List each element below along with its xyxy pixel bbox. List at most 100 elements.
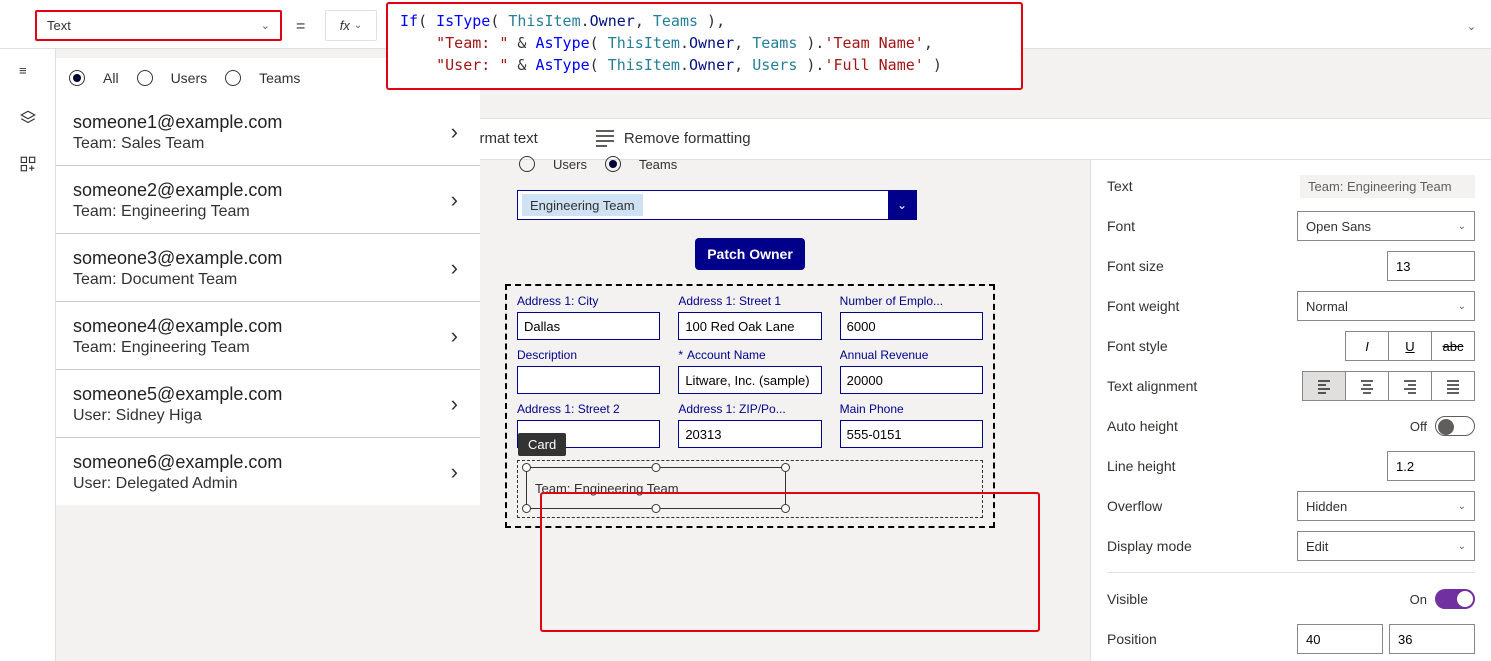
chevron-down-icon: ⌄ xyxy=(888,191,916,219)
prop-label-auto-height: Auto height xyxy=(1107,418,1410,434)
font-size-input[interactable] xyxy=(1387,251,1475,281)
list-item-sub: Team: Engineering Team xyxy=(73,203,462,221)
card-tooltip: Card xyxy=(518,433,566,456)
underline-button[interactable]: U xyxy=(1388,331,1432,361)
layers-icon[interactable] xyxy=(0,95,56,141)
field-input[interactable] xyxy=(517,312,660,340)
radio-form-teams-label: Teams xyxy=(639,157,677,172)
list-item-sub: Team: Engineering Team xyxy=(73,339,462,357)
radio-form-teams[interactable] xyxy=(605,156,621,172)
font-weight-dropdown[interactable]: Normal⌄ xyxy=(1297,291,1475,321)
prop-label-font: Font xyxy=(1107,218,1297,234)
field-input[interactable] xyxy=(678,420,821,448)
align-center-button[interactable] xyxy=(1345,371,1389,401)
resize-handle[interactable] xyxy=(652,463,661,472)
selected-label[interactable]: Team: Engineering Team xyxy=(526,467,786,509)
prop-label-font-style: Font style xyxy=(1107,338,1345,354)
hamburger-icon[interactable]: ≡ xyxy=(0,49,56,95)
list-item[interactable]: someone4@example.com Team: Engineering T… xyxy=(55,301,480,369)
resize-handle[interactable] xyxy=(652,504,661,513)
team-combobox[interactable]: Engineering Team ⌄ xyxy=(517,190,917,220)
italic-button[interactable]: I xyxy=(1345,331,1389,361)
field-input[interactable] xyxy=(517,366,660,394)
list-item-sub: Team: Document Team xyxy=(73,271,462,289)
list-item[interactable]: someone5@example.com User: Sidney Higa › xyxy=(55,369,480,437)
prop-row-position: Position xyxy=(1091,619,1491,659)
prop-row-line-height: Line height xyxy=(1091,446,1491,486)
form-field: Address 1: ZIP/Po... xyxy=(678,402,821,448)
radio-teams[interactable] xyxy=(225,70,241,86)
field-label: Description xyxy=(517,348,660,362)
form-field: Main Phone xyxy=(840,402,983,448)
align-left-button[interactable] xyxy=(1302,371,1346,401)
prop-label-font-weight: Font weight xyxy=(1107,298,1297,314)
property-dropdown-value: Text xyxy=(47,18,71,33)
prop-label-position: Position xyxy=(1107,631,1297,647)
visible-state: On xyxy=(1410,592,1427,607)
list-item-email: someone5@example.com xyxy=(73,384,462,405)
radio-teams-label: Teams xyxy=(259,70,300,86)
resize-handle[interactable] xyxy=(781,463,790,472)
patch-owner-button[interactable]: Patch Owner xyxy=(695,238,805,270)
prop-row-overflow: Overflow Hidden⌄ xyxy=(1091,486,1491,526)
form-field: Address 1: Street 1 xyxy=(678,294,821,340)
chevron-right-icon: › xyxy=(451,323,458,349)
list-item-sub: Team: Sales Team xyxy=(73,135,462,153)
field-input[interactable] xyxy=(678,366,821,394)
display-mode-dropdown[interactable]: Edit⌄ xyxy=(1297,531,1475,561)
align-justify-button[interactable] xyxy=(1431,371,1475,401)
prop-value-text[interactable]: Team: Engineering Team xyxy=(1300,175,1475,198)
line-height-input[interactable] xyxy=(1387,451,1475,481)
list-item[interactable]: someone1@example.com Team: Sales Team › xyxy=(55,98,480,165)
resize-handle[interactable] xyxy=(522,504,531,513)
radio-users[interactable] xyxy=(137,70,153,86)
resize-handle[interactable] xyxy=(781,504,790,513)
components-icon[interactable] xyxy=(0,141,56,187)
radio-all[interactable] xyxy=(69,70,85,86)
fx-label: fx xyxy=(340,18,350,33)
fx-button[interactable]: fx⌄ xyxy=(325,10,377,41)
list-item-email: someone1@example.com xyxy=(73,112,462,133)
divider xyxy=(1107,572,1475,573)
list-item-email: someone2@example.com xyxy=(73,180,462,201)
chevron-right-icon: › xyxy=(451,187,458,213)
form-field: Annual Revenue xyxy=(840,348,983,394)
position-y-input[interactable] xyxy=(1389,624,1475,654)
prop-row-font-weight: Font weight Normal⌄ xyxy=(1091,286,1491,326)
strikethrough-button[interactable]: abc xyxy=(1431,331,1475,361)
form-field: *Account Name xyxy=(678,348,821,394)
chevron-down-icon: ⌄ xyxy=(1458,541,1466,552)
field-input[interactable] xyxy=(840,366,983,394)
auto-height-toggle[interactable] xyxy=(1435,416,1475,436)
radio-users-label: Users xyxy=(171,70,208,86)
form-field: Number of Emplo... xyxy=(840,294,983,340)
position-x-input[interactable] xyxy=(1297,624,1383,654)
gallery-list[interactable]: someone1@example.com Team: Sales Team ›s… xyxy=(55,98,480,505)
prop-row-font: Font Open Sans⌄ xyxy=(1091,206,1491,246)
visible-toggle[interactable] xyxy=(1435,589,1475,609)
field-input[interactable] xyxy=(678,312,821,340)
prop-row-display-mode: Display mode Edit⌄ xyxy=(1091,526,1491,566)
property-dropdown[interactable]: Text ⌄ xyxy=(35,10,282,41)
list-item[interactable]: someone2@example.com Team: Engineering T… xyxy=(55,165,480,233)
list-item[interactable]: someone6@example.com User: Delegated Adm… xyxy=(55,437,480,505)
field-input[interactable] xyxy=(840,420,983,448)
equals-label: = xyxy=(296,18,305,36)
list-item[interactable]: someone3@example.com Team: Document Team… xyxy=(55,233,480,301)
align-right-button[interactable] xyxy=(1388,371,1432,401)
selected-card[interactable]: Card Team: Engineering Team xyxy=(517,460,983,518)
resize-handle[interactable] xyxy=(522,463,531,472)
formula-bar[interactable]: If( IsType( ThisItem.Owner, Teams ), "Te… xyxy=(386,2,1023,90)
chevron-right-icon: › xyxy=(451,459,458,485)
prop-label-font-size: Font size xyxy=(1107,258,1387,274)
field-input[interactable] xyxy=(840,312,983,340)
font-dropdown[interactable]: Open Sans⌄ xyxy=(1297,211,1475,241)
overflow-dropdown[interactable]: Hidden⌄ xyxy=(1297,491,1475,521)
formula-expand-icon[interactable]: ⌄ xyxy=(1467,20,1476,33)
gallery-pane: All Users Teams someone1@example.com Tea… xyxy=(55,58,480,505)
prop-row-auto-height: Auto height Off xyxy=(1091,406,1491,446)
radio-form-users[interactable] xyxy=(519,156,535,172)
list-item-sub: User: Sidney Higa xyxy=(73,407,462,425)
prop-label-visible: Visible xyxy=(1107,591,1410,607)
prop-label-text: Text xyxy=(1107,178,1300,194)
